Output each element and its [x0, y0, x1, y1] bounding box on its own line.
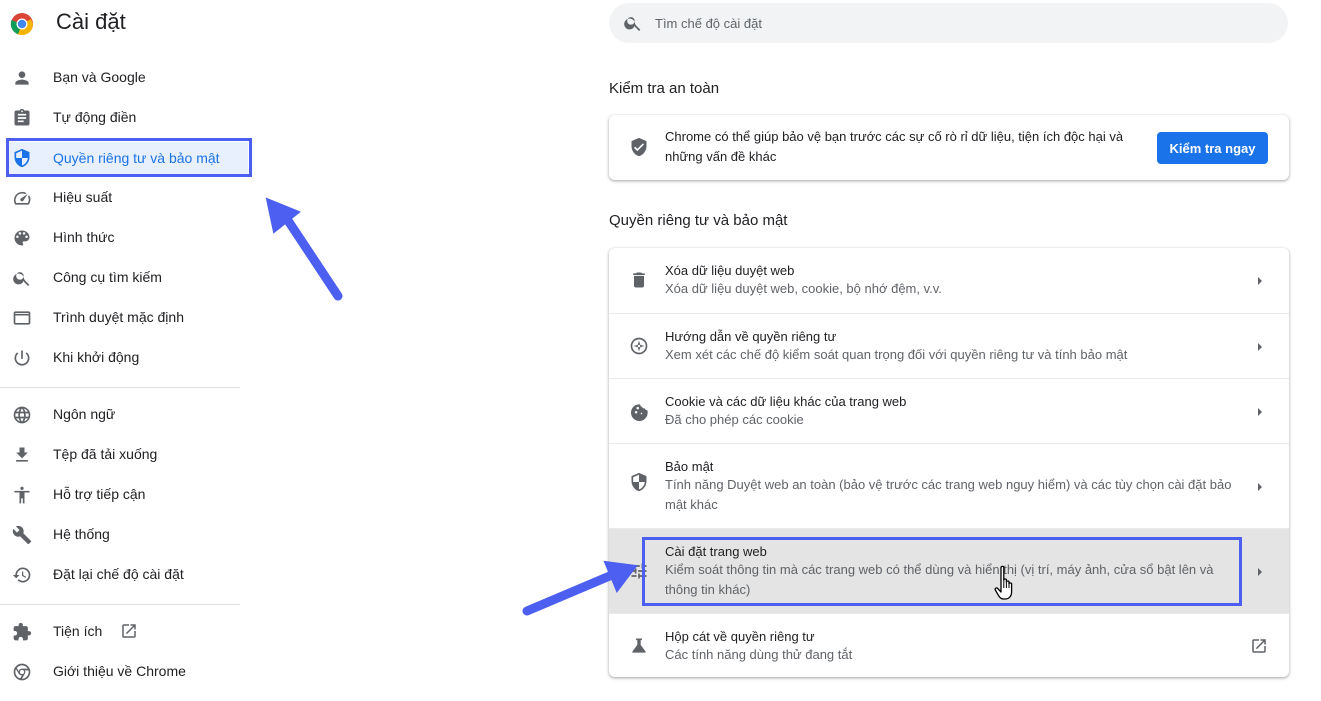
annotation-arrows [265, 197, 638, 616]
hand-cursor-icon [994, 565, 1013, 600]
